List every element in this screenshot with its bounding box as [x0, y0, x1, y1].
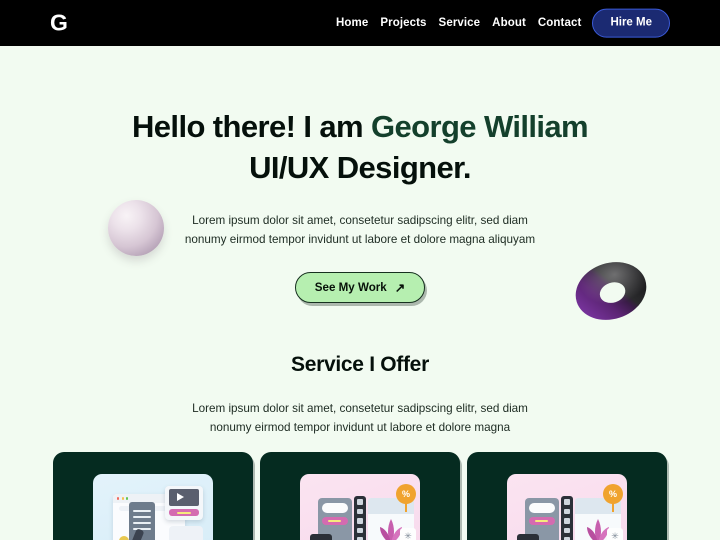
toolbar-graphic: [561, 496, 573, 540]
doc-line: [133, 516, 151, 519]
see-my-work-label: See My Work: [314, 281, 387, 295]
window-minimize-dot: [121, 497, 124, 500]
panel-field: [529, 503, 555, 513]
web-design-illustration: Aa: [93, 474, 213, 540]
tool-icon: [564, 499, 570, 505]
service-card[interactable]: Aa: [53, 452, 253, 540]
headline-accent: George William: [371, 109, 589, 144]
tool-icon: [564, 518, 570, 524]
window-close-dot: [117, 497, 120, 500]
nav-link-service[interactable]: Service: [439, 17, 481, 29]
nav-link-contact[interactable]: Contact: [538, 17, 582, 29]
tool-icon: [564, 508, 570, 514]
discount-badge: %: [603, 484, 623, 504]
nav-link-projects[interactable]: Projects: [380, 17, 426, 29]
service-section-paragraph: Lorem ipsum dolor sit amet, consetetur s…: [192, 402, 528, 434]
panel-action-bar: [529, 517, 555, 525]
tool-icon: [357, 527, 363, 533]
video-screen: [169, 489, 199, 506]
panel-action-bar: [322, 517, 348, 525]
video-card-graphic: [165, 486, 203, 520]
service-card[interactable]: % ✳: [260, 452, 460, 540]
tool-icon: [357, 508, 363, 514]
nav-links: Home Projects Service About Contact: [336, 17, 581, 29]
sphere-3d-object: [108, 200, 164, 256]
logo[interactable]: G: [50, 11, 68, 35]
play-icon: [177, 493, 184, 501]
nav-link-about[interactable]: About: [492, 17, 526, 29]
doc-line: [133, 510, 151, 513]
arrow-up-right-icon: ↗: [394, 280, 406, 295]
graphic-design-illustration: % ✳: [507, 474, 627, 540]
nav-link-home[interactable]: Home: [336, 17, 368, 29]
headline-line2: UI/UX Designer.: [249, 150, 471, 186]
graphic-design-illustration: % ✳: [300, 474, 420, 540]
panel-field: [322, 503, 348, 513]
tool-icon: [357, 518, 363, 524]
discount-badge: %: [396, 484, 416, 504]
tool-icon: [357, 499, 363, 505]
service-card-list: Aa: [53, 452, 667, 540]
headline-prefix: Hello there! I am: [132, 109, 371, 144]
doc-line: [133, 522, 151, 525]
snowflake-icon: ✳: [400, 528, 416, 540]
navbar: G Home Projects Service About Contact Hi…: [0, 0, 720, 46]
typography-panel-graphic: Aa: [169, 526, 203, 540]
video-progress-bar: [169, 509, 199, 516]
snowflake-icon: ✳: [607, 528, 623, 540]
see-my-work-button[interactable]: See My Work ↗: [294, 272, 426, 304]
page-root: G Home Projects Service About Contact Hi…: [0, 0, 720, 540]
hire-me-button[interactable]: Hire Me: [592, 8, 670, 38]
service-section-title: Service I Offer: [291, 353, 429, 376]
tool-icon: [564, 527, 570, 533]
service-card[interactable]: % ✳: [467, 452, 667, 540]
toolbar-graphic: [354, 496, 366, 540]
window-maximize-dot: [126, 497, 129, 500]
color-chip: [119, 536, 129, 540]
page-title: Hello there! I am George William UI/UX D…: [0, 106, 720, 188]
